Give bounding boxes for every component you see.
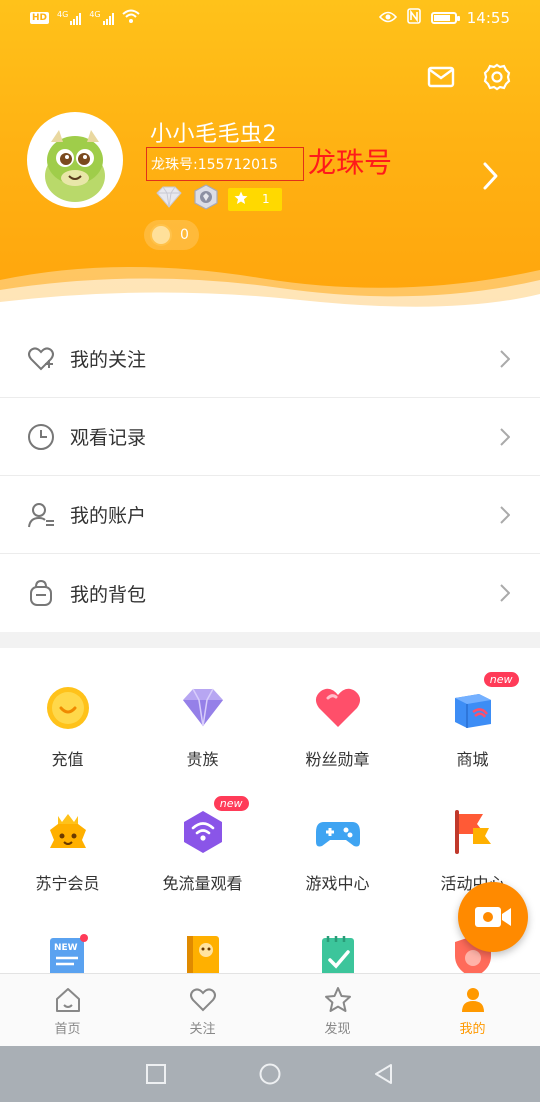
new-tag: new	[213, 796, 249, 811]
grid-item-recharge[interactable]: 充值	[0, 684, 135, 770]
username: 小小毛毛虫2	[150, 122, 277, 147]
grid-label: 贵族	[186, 750, 219, 769]
grid-label: 苏宁会员	[35, 874, 100, 893]
grid-item-checklist[interactable]	[270, 932, 405, 973]
header-wave	[0, 266, 540, 320]
grid-label: 粉丝勋章	[305, 750, 370, 769]
live-camera-button[interactable]	[458, 882, 528, 952]
fan-medal-icon	[314, 684, 362, 732]
menu-label: 我的背包	[70, 583, 147, 606]
checklist-icon	[314, 932, 362, 973]
chevron-right-icon	[500, 506, 511, 524]
grid-item-suning-member[interactable]: 苏宁会员	[0, 808, 135, 894]
grid-label: 游戏中心	[305, 874, 370, 893]
tab-label: 关注	[189, 1022, 216, 1037]
system-navigation-bar	[0, 1046, 540, 1102]
badge-row: 1	[154, 184, 282, 214]
person-icon	[459, 986, 487, 1014]
signal-4g-icon: 4G	[57, 11, 82, 25]
news-icon: NEW	[44, 932, 92, 973]
level-badge[interactable]: 1	[228, 187, 282, 211]
suning-member-icon	[44, 808, 92, 856]
grid-label: 商城	[456, 750, 489, 769]
grid-item-noble[interactable]: 贵族	[135, 684, 270, 770]
menu-label: 我的账户	[70, 505, 147, 527]
nfc-icon	[406, 8, 421, 28]
avatar[interactable]	[27, 112, 123, 208]
eye-icon	[378, 9, 397, 27]
profile-chevron-right-icon[interactable]	[481, 160, 501, 192]
menu-label: 我的关注	[70, 349, 147, 371]
account-menu: 我的关注 观看记录 我的账户 我的背包	[0, 320, 540, 632]
chevron-right-icon	[500, 428, 511, 446]
grid-item-news[interactable]: NEW	[0, 932, 135, 973]
id-annotation: 龙珠号	[308, 146, 393, 179]
settings-gear-icon[interactable]	[482, 62, 512, 92]
grid-item-fan-medal[interactable]: 粉丝勋章	[270, 684, 405, 770]
heart-plus-icon	[26, 344, 56, 374]
chevron-right-icon	[500, 350, 511, 368]
menu-item-account[interactable]: 我的账户	[0, 476, 540, 554]
user-id-box: 龙珠号:155712015	[146, 147, 304, 181]
menu-item-following[interactable]: 我的关注	[0, 320, 540, 398]
activity-flag-icon	[449, 808, 497, 856]
coin-balance[interactable]: 0	[144, 220, 199, 250]
level-number: 1	[262, 192, 270, 206]
tab-label: 我的	[459, 1022, 486, 1037]
grid-item-shop[interactable]: new 商城	[405, 672, 540, 770]
free-data-icon: new	[179, 796, 249, 856]
tab-following[interactable]: 关注	[135, 974, 270, 1046]
hd-icon: HD	[30, 12, 50, 24]
user-id: 龙珠号:155712015	[151, 157, 278, 173]
grid-item-free-data[interactable]: new 免流量观看	[135, 796, 270, 894]
grid-item-game-center[interactable]: 游戏中心	[270, 808, 405, 894]
wifi-icon	[121, 9, 140, 27]
diamond-badge-icon[interactable]	[154, 185, 184, 213]
gamepad-icon	[314, 808, 362, 856]
grid-label: 免流量观看	[162, 874, 243, 893]
grid-label: 充值	[51, 750, 84, 769]
menu-item-backpack[interactable]: 我的背包	[0, 554, 540, 632]
tab-label: 首页	[54, 1022, 81, 1037]
star-icon	[234, 191, 248, 208]
battery-icon	[430, 12, 460, 24]
tab-discover[interactable]: 发现	[270, 974, 405, 1046]
status-bar: HD 4G 4G 14:55	[0, 0, 540, 36]
user-account-icon	[26, 500, 56, 530]
signal-4g-icon: 4G	[89, 11, 114, 25]
back-triangle-icon[interactable]	[373, 1063, 395, 1085]
tab-label: 发现	[324, 1022, 351, 1037]
tab-mine[interactable]: 我的	[405, 974, 540, 1046]
medal-badge-icon[interactable]	[192, 184, 220, 214]
backpack-icon	[26, 578, 56, 608]
profile-header: HD 4G 4G 14:55 小小毛毛虫2 龙珠号:155712015 龙珠号 …	[0, 0, 540, 320]
clock-icon	[26, 422, 56, 452]
tab-home[interactable]: 首页	[0, 974, 135, 1046]
home-circle-icon[interactable]	[259, 1063, 281, 1085]
heart-icon	[189, 986, 217, 1014]
mail-icon[interactable]	[426, 62, 456, 92]
recharge-icon	[44, 684, 92, 732]
home-icon	[54, 986, 82, 1014]
shop-icon: new	[449, 672, 519, 732]
star-icon	[324, 986, 352, 1014]
video-camera-icon	[474, 904, 512, 934]
diamond-icon	[179, 684, 227, 732]
menu-label: 观看记录	[70, 427, 147, 449]
grid-item-activity-center[interactable]: 活动中心	[405, 808, 540, 894]
bottom-tab-bar: 首页 关注 发现 我的	[0, 973, 540, 1046]
grid-item-book[interactable]	[135, 932, 270, 973]
coin-icon	[150, 224, 172, 246]
svg-text:NEW: NEW	[54, 943, 78, 953]
book-icon	[179, 932, 227, 973]
coin-count: 0	[180, 227, 189, 243]
chevron-right-icon	[500, 584, 511, 602]
status-time: 14:55	[466, 9, 510, 27]
recents-square-icon[interactable]	[145, 1063, 167, 1085]
new-tag: new	[483, 672, 519, 687]
menu-item-history[interactable]: 观看记录	[0, 398, 540, 476]
